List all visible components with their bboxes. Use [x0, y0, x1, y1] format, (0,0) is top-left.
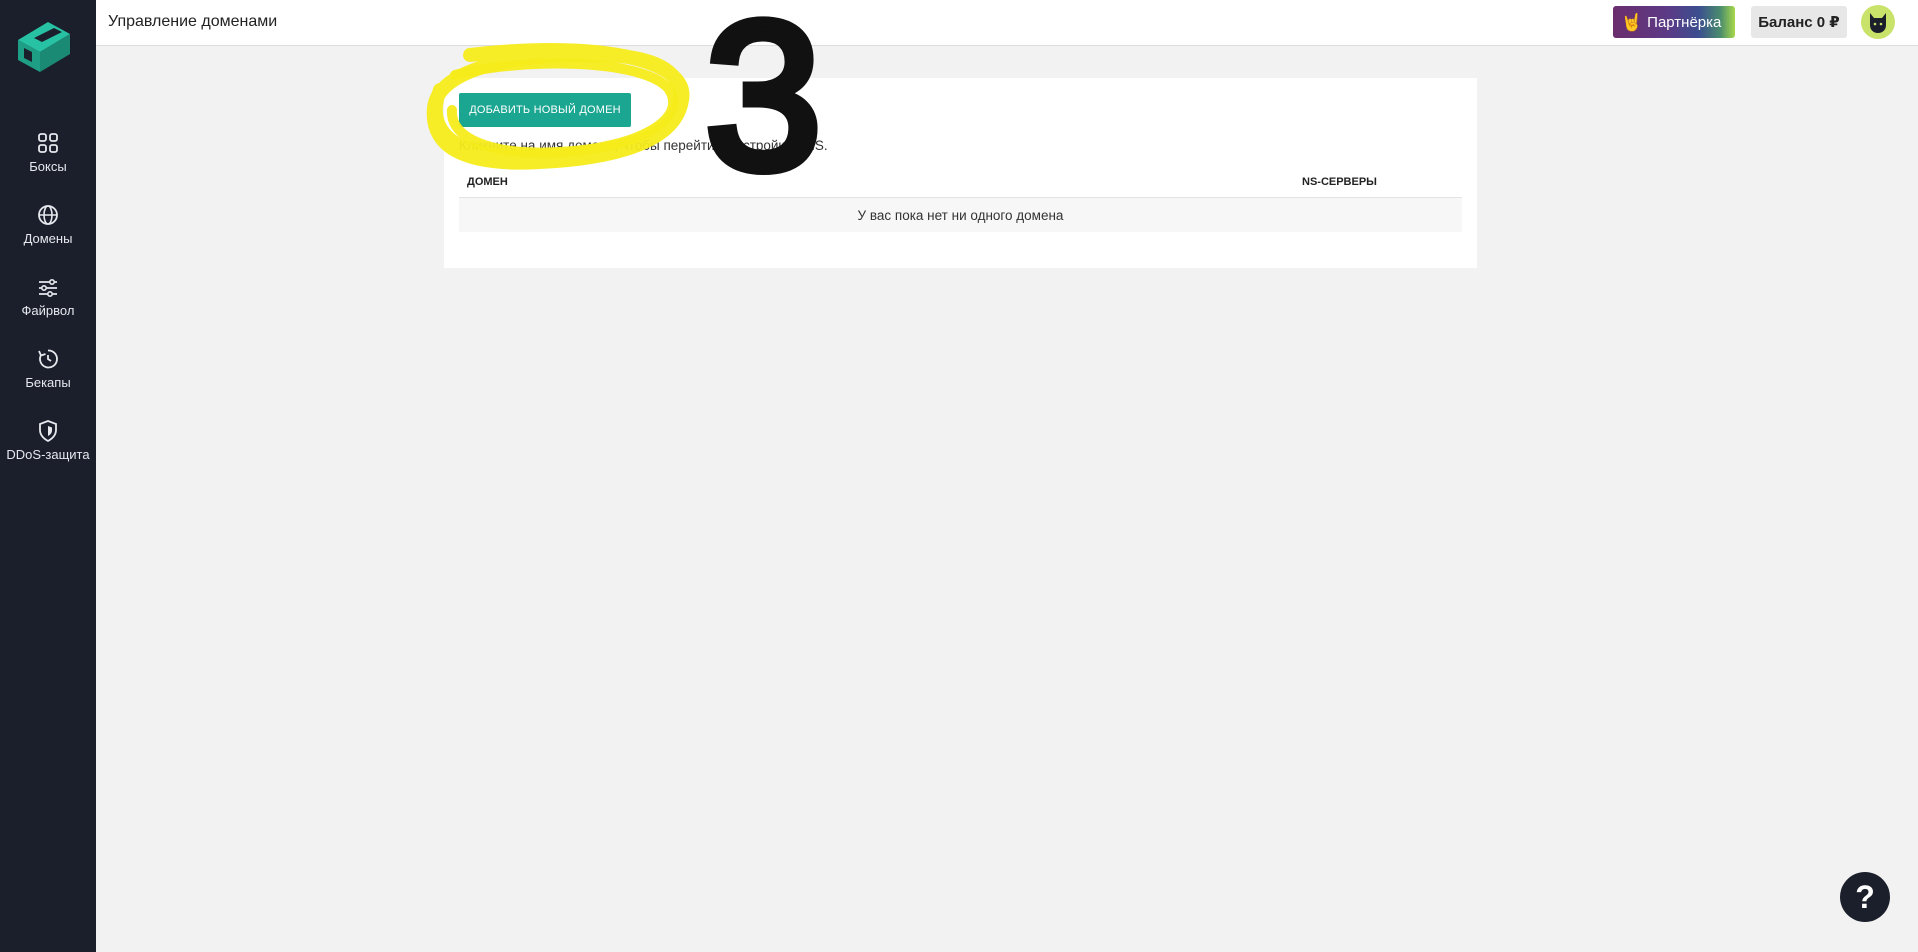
backup-clock-icon [38, 349, 58, 369]
grid-icon [38, 133, 58, 153]
balance-button[interactable]: Баланс 0 ₽ [1751, 6, 1847, 38]
column-header-ns-servers: NS-серверы [1302, 176, 1377, 188]
table-empty-row: У вас пока нет ни одного домена [459, 198, 1462, 232]
sidebar-item-label: Боксы [29, 159, 67, 174]
sidebar-item-label: DDoS-защита [6, 447, 90, 462]
sidebar-item-firewall[interactable]: Файрвол [0, 274, 96, 334]
partner-label: Партнёрка [1647, 13, 1722, 31]
sidebar-item-ddos[interactable]: DDoS-защита [0, 418, 96, 478]
help-button[interactable]: ? [1840, 872, 1890, 922]
sidebar-item-label: Бекапы [25, 375, 71, 390]
globe-icon [38, 205, 58, 225]
shield-icon [39, 420, 57, 443]
logo[interactable] [10, 18, 84, 74]
add-domain-button[interactable]: Добавить новый домен [459, 93, 631, 127]
sidebar-item-domains[interactable]: Домены [0, 202, 96, 262]
help-icon: ? [1855, 878, 1875, 915]
domains-card: Добавить новый домен Кликните на имя дом… [444, 78, 1477, 268]
topbar: Управление доменами 🤘 Партнёрка Баланс 0… [96, 0, 1918, 46]
sidebar: Боксы Домены Файрвол Бекапы DDoS-защита [0, 0, 96, 952]
avatar[interactable] [1861, 5, 1895, 39]
sliders-icon [39, 279, 57, 297]
cat-avatar-icon [1870, 13, 1886, 33]
sidebar-item-boxes[interactable]: Боксы [0, 130, 96, 190]
balance-label: Баланс 0 ₽ [1758, 14, 1840, 31]
domains-hint: Кликните на имя домена, чтобы перейти к … [459, 138, 828, 153]
sidebar-item-label: Домены [23, 231, 73, 246]
logo-icon [18, 22, 70, 72]
sidebar-item-label: Файрвол [21, 303, 75, 318]
column-header-domain: Домен [467, 176, 508, 188]
partner-button[interactable]: 🤘 Партнёрка [1613, 6, 1735, 38]
sidebar-item-backups[interactable]: Бекапы [0, 346, 96, 406]
rock-hand-icon: 🤘 [1621, 12, 1643, 32]
table-header: Домен NS-серверы [459, 168, 1462, 198]
page-title: Управление доменами [108, 13, 278, 30]
domains-table: Домен NS-серверы У вас пока нет ни одног… [459, 168, 1462, 232]
empty-message: У вас пока нет ни одного домена [857, 207, 1064, 223]
